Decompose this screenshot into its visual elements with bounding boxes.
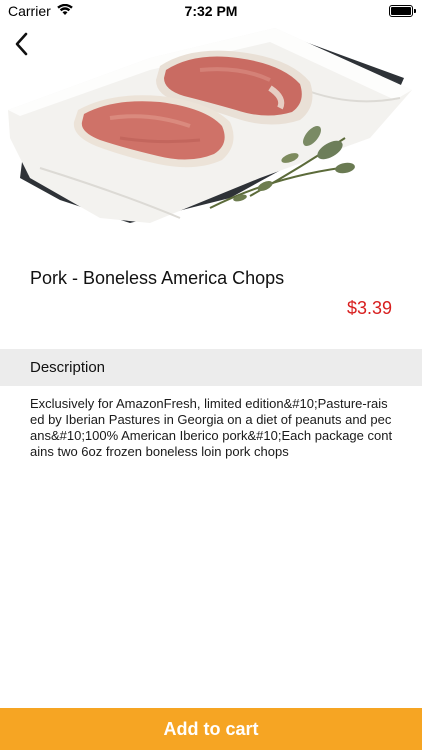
status-bar: Carrier 7:32 PM bbox=[0, 0, 422, 22]
status-right bbox=[389, 5, 416, 17]
description-text: Exclusively for AmazonFresh, limited edi… bbox=[30, 396, 393, 459]
description-header-label: Description bbox=[30, 359, 106, 376]
product-image bbox=[0, 18, 422, 240]
pork-chops-illustration bbox=[8, 28, 412, 223]
status-left: Carrier bbox=[8, 3, 73, 19]
product-price: $3.39 bbox=[346, 298, 392, 318]
back-button[interactable] bbox=[8, 30, 36, 58]
wifi-icon bbox=[56, 3, 73, 19]
product-detail-screen: Carrier 7:32 PM Pork - Boneless America … bbox=[0, 0, 422, 750]
chevron-left-icon bbox=[15, 32, 28, 56]
battery-icon bbox=[389, 5, 416, 17]
carrier-label: Carrier bbox=[8, 3, 51, 19]
product-title: Pork - Boneless America Chops bbox=[30, 268, 285, 288]
description-header: Description bbox=[0, 349, 422, 386]
add-to-cart-button[interactable]: Add to cart bbox=[0, 708, 422, 750]
